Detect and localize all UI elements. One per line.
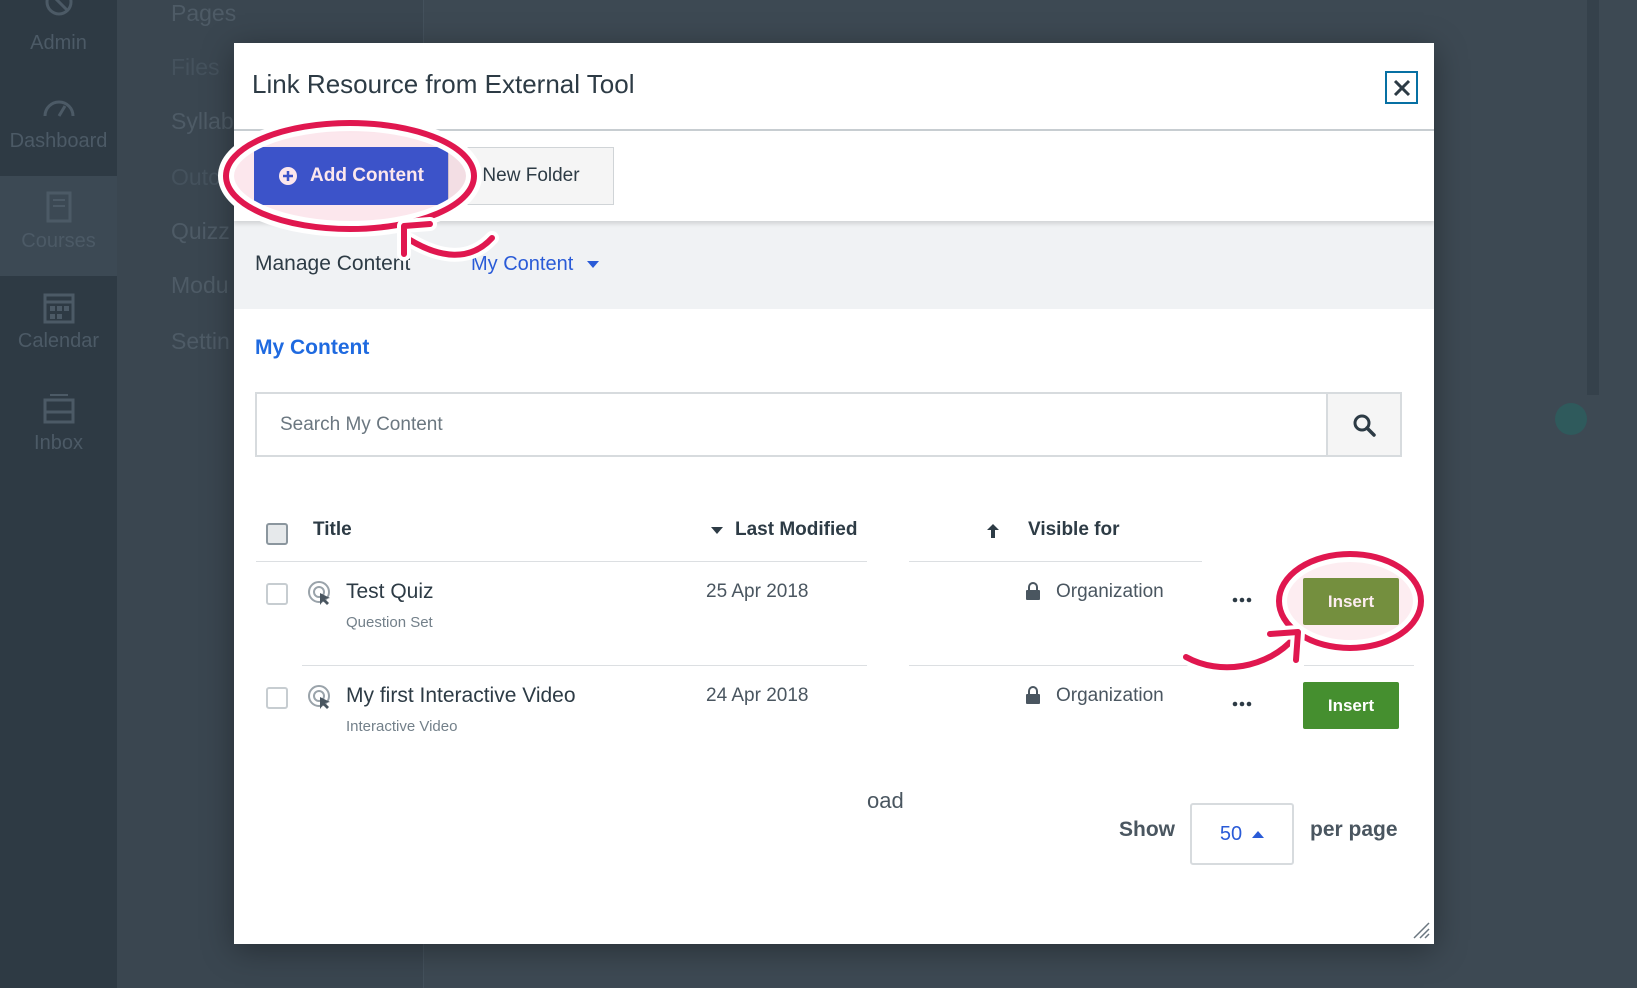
row-divider (302, 665, 867, 666)
search-bar (255, 392, 1402, 457)
item-type: Interactive Video (346, 718, 458, 735)
nav-inbox-label: Inbox (34, 432, 83, 454)
insert-label: Insert (1327, 591, 1375, 611)
modal-title: Link Resource from External Tool (252, 69, 635, 99)
content-toolbar: Add Content New Folder (234, 133, 1434, 221)
add-content-button[interactable]: Add Content (254, 147, 448, 205)
insert-button[interactable]: Insert (1303, 682, 1399, 729)
item-visibility: Organization (1056, 581, 1164, 602)
more-options-icon[interactable] (1232, 597, 1252, 603)
sort-up-arrow-icon[interactable] (987, 524, 999, 538)
nav-dashboard-label: Dashboard (9, 130, 108, 152)
h5p-tool-icon (308, 685, 330, 709)
manage-content-bar: Manage Content My Content (234, 221, 1434, 309)
row-checkbox[interactable] (266, 583, 288, 605)
link-resource-modal: Link Resource from External Tool Add Con… (234, 43, 1434, 944)
insert-button[interactable]: Insert (1303, 578, 1399, 625)
shield-icon (45, 0, 72, 16)
nav-admin-label: Admin (30, 32, 87, 54)
section-title: My Content (255, 336, 370, 359)
lock-icon (1026, 686, 1040, 704)
column-title[interactable]: Title (313, 519, 352, 541)
course-link-files[interactable]: Files (171, 54, 220, 81)
content-source-value: My Content (471, 253, 574, 275)
content-source-dropdown[interactable]: My Content (471, 253, 600, 276)
course-link-quizzes[interactable]: Quizz (171, 218, 230, 245)
background-refresh-icon (1555, 403, 1587, 435)
row-divider (909, 665, 1202, 666)
nav-calendar-label: Calendar (17, 330, 100, 352)
course-link-settings[interactable]: Settin (171, 328, 230, 355)
row-divider (1304, 665, 1414, 666)
global-nav: Admin Dashboard Courses Calendar Inbox (0, 0, 117, 988)
lock-icon (1026, 582, 1040, 600)
row-divider (909, 561, 1202, 562)
item-date: 24 Apr 2018 (706, 685, 809, 706)
resize-grip-icon[interactable] (1412, 921, 1430, 939)
select-all-checkbox[interactable] (266, 523, 288, 545)
column-visible-for[interactable]: Visible for (1028, 519, 1120, 541)
dashboard-icon (43, 100, 74, 117)
course-link-outcomes[interactable]: Outc (171, 164, 220, 191)
add-content-label: Add Content (310, 165, 424, 186)
close-icon (1393, 79, 1410, 96)
nav-dashboard[interactable]: Dashboard (0, 90, 117, 170)
book-icon (46, 191, 71, 223)
item-date: 25 Apr 2018 (706, 581, 809, 602)
column-last-modified[interactable]: Last Modified (735, 519, 857, 541)
nav-calendar[interactable]: Calendar (0, 290, 117, 370)
course-link-modules[interactable]: Modu (171, 272, 229, 299)
close-button[interactable] (1385, 71, 1418, 104)
nav-inbox[interactable]: Inbox (0, 392, 117, 472)
search-icon (1353, 414, 1376, 437)
new-folder-label: New Folder (482, 165, 580, 186)
more-options-icon[interactable] (1232, 701, 1252, 707)
sort-desc-icon[interactable] (711, 527, 723, 535)
h5p-tool-icon (308, 581, 330, 605)
row-checkbox[interactable] (266, 687, 288, 709)
nav-courses-label: Courses (21, 230, 96, 252)
per-page-select[interactable]: 50 (1190, 803, 1294, 865)
insert-label: Insert (1327, 695, 1375, 715)
item-type: Question Set (346, 614, 433, 631)
search-input[interactable] (257, 394, 1326, 455)
inbox-icon (43, 394, 74, 424)
row-divider (256, 561, 867, 562)
search-button[interactable] (1326, 394, 1400, 455)
modal-header: Link Resource from External Tool (234, 43, 1434, 131)
nav-courses[interactable]: Courses (0, 176, 117, 276)
plus-circle-icon (279, 167, 297, 185)
nav-admin[interactable]: Admin (0, 0, 117, 56)
load-more-text[interactable]: oad (867, 788, 904, 814)
show-label: Show (1119, 818, 1175, 841)
course-link-syllabus[interactable]: Syllab (171, 108, 234, 135)
item-visibility: Organization (1056, 685, 1164, 706)
per-page-value: 50 (1219, 822, 1243, 845)
course-link-pages[interactable]: Pages (171, 0, 236, 27)
item-title-test-quiz[interactable]: Test Quiz (346, 580, 434, 604)
background-scrollbar[interactable] (1587, 0, 1599, 395)
caret-down-icon (587, 260, 600, 268)
new-folder-button[interactable]: New Folder (448, 147, 614, 205)
calendar-icon (43, 293, 74, 324)
item-title-interactive-video[interactable]: My first Interactive Video (346, 684, 576, 708)
manage-content-label: Manage Content (255, 252, 411, 275)
caret-up-icon (1252, 831, 1265, 838)
per-page-label: per page (1310, 818, 1398, 841)
